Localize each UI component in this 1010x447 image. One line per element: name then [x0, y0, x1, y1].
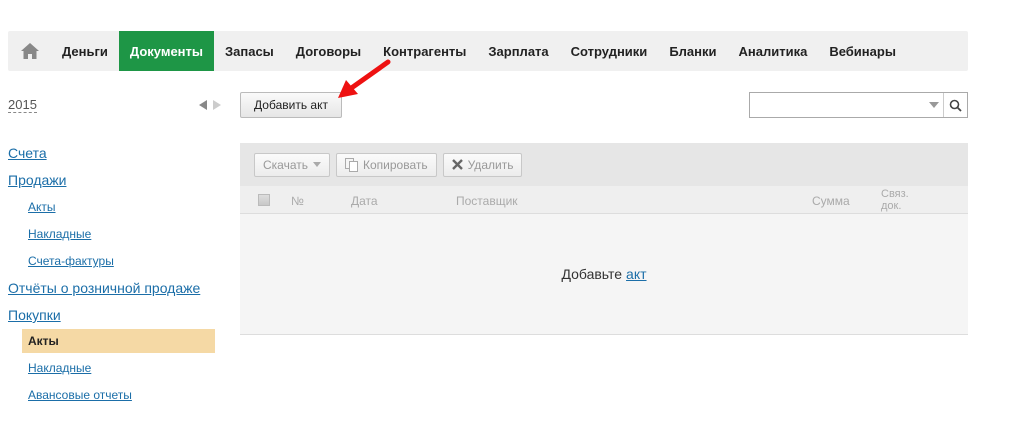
column-supplier[interactable]: Поставщик	[456, 194, 518, 208]
sidebar-item-tax-invoices[interactable]: Счета-фактуры	[28, 254, 114, 268]
nav-webinars[interactable]: Вебинары	[818, 31, 907, 71]
sidebar-item-purchases-acts[interactable]: Акты	[22, 329, 215, 353]
nav-forms[interactable]: Бланки	[658, 31, 727, 71]
empty-state-text: Добавьте	[561, 266, 623, 282]
nav-salary[interactable]: Зарплата	[477, 31, 559, 71]
search-icon	[949, 99, 962, 112]
sidebar-item-sales-waybills[interactable]: Накладные	[28, 227, 91, 241]
add-act-button[interactable]: Добавить акт	[240, 92, 342, 118]
sidebar-item-purchases[interactable]: Покупки	[8, 307, 61, 323]
nav-money[interactable]: Деньги	[51, 31, 119, 71]
search-input[interactable]	[750, 93, 925, 117]
nav-stock[interactable]: Запасы	[214, 31, 285, 71]
download-button[interactable]: Скачать	[254, 152, 330, 177]
home-button[interactable]	[8, 31, 51, 71]
sidebar-item-advance-reports[interactable]: Авансовые отчеты	[28, 388, 132, 402]
year-selector: 2015	[8, 97, 223, 115]
search-dropdown-icon[interactable]	[925, 93, 943, 117]
copy-label: Копировать	[363, 157, 428, 172]
column-linked-line1: Связ.	[881, 188, 909, 200]
empty-state-add-link[interactable]: акт	[626, 266, 646, 282]
prev-year-icon[interactable]	[199, 100, 207, 110]
delete-button[interactable]: Удалить	[442, 152, 523, 177]
column-amount[interactable]: Сумма	[812, 194, 850, 208]
chevron-down-icon	[313, 162, 321, 167]
sidebar-item-sales-acts[interactable]: Акты	[28, 200, 56, 214]
sidebar-item-purchases-waybills[interactable]: Накладные	[28, 361, 91, 375]
next-year-icon[interactable]	[213, 100, 221, 110]
sidebar-item-sales[interactable]: Продажи	[8, 172, 66, 188]
select-all-checkbox[interactable]	[258, 194, 270, 206]
column-linked-line2: док.	[881, 200, 902, 212]
document-toolbar: Скачать Копировать Удалить	[240, 143, 968, 186]
column-date[interactable]: Дата	[351, 194, 378, 208]
nav-employees[interactable]: Сотрудники	[560, 31, 659, 71]
column-number[interactable]: №	[291, 194, 304, 208]
close-icon	[451, 159, 463, 170]
column-linked-docs[interactable]: Связ. док.	[881, 188, 909, 212]
table-header: № Дата Поставщик Сумма Связ. док.	[240, 186, 968, 214]
red-arrow-annotation-icon	[338, 59, 391, 98]
main-navigation: Деньги Документы Запасы Договоры Контраг…	[8, 31, 968, 71]
sidebar-item-retail-reports[interactable]: Отчёты о розничной продаже	[8, 280, 200, 296]
year-link[interactable]: 2015	[8, 97, 37, 113]
sidebar-item-invoices[interactable]: Счета	[8, 145, 47, 161]
download-label: Скачать	[263, 157, 308, 172]
empty-state: Добавьте акт	[240, 214, 968, 335]
copy-icon	[345, 157, 358, 172]
home-icon	[20, 43, 39, 59]
copy-button[interactable]: Копировать	[336, 152, 437, 177]
search-button[interactable]	[943, 93, 967, 117]
nav-documents[interactable]: Документы	[118, 31, 214, 71]
search-box	[749, 92, 968, 118]
nav-analytics[interactable]: Аналитика	[728, 31, 819, 71]
delete-label: Удалить	[467, 157, 514, 172]
